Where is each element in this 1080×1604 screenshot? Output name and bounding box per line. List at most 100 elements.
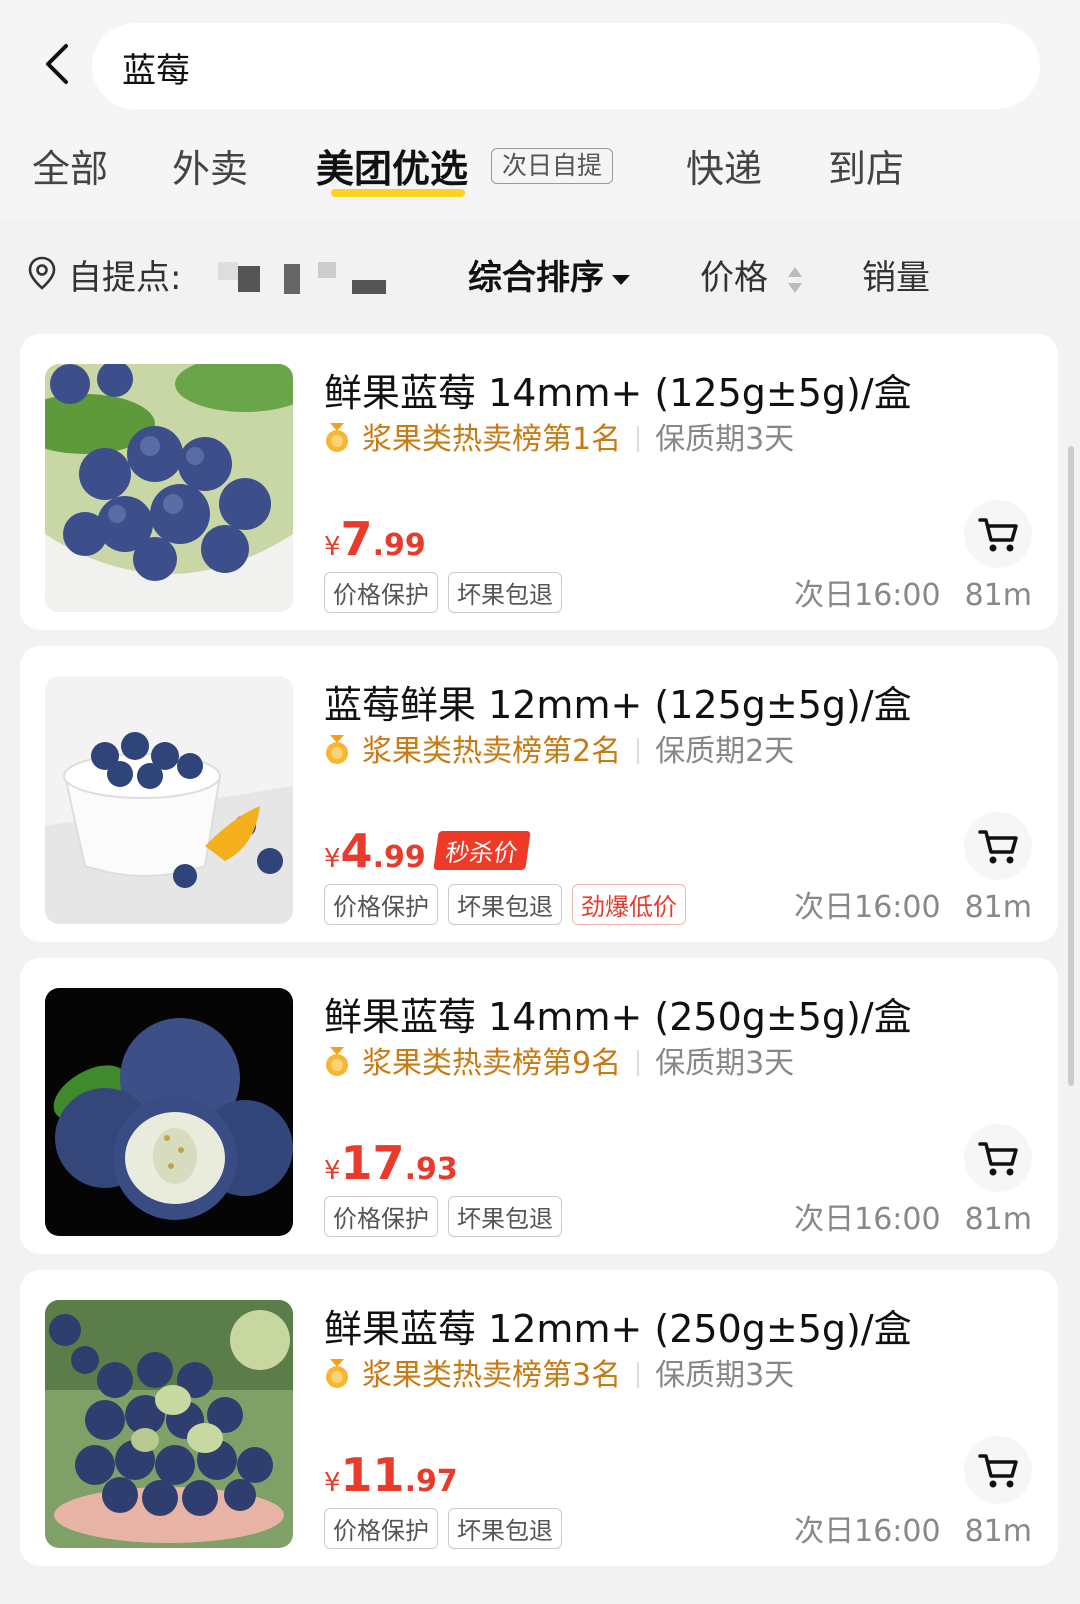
delivery-info: 次日16:00 81m	[794, 1506, 1032, 1550]
pickup-time: 次日16:00	[794, 578, 941, 613]
product-title[interactable]: 鲜果蓝莓 12mm+ (250g±5g)/盒	[324, 1298, 912, 1353]
search-query: 蓝莓	[122, 51, 190, 91]
product-image[interactable]	[45, 364, 293, 612]
delivery-info: 次日16:00 81m	[794, 1194, 1032, 1238]
rank-row: 浆果类热卖榜第9名 保质期3天	[324, 1038, 794, 1082]
rank-row: 浆果类热卖榜第3名 保质期3天	[324, 1350, 794, 1394]
delivery-info: 次日16:00 81m	[794, 882, 1032, 926]
shelf-life: 保质期2天	[655, 734, 795, 769]
rank-row: 浆果类热卖榜第1名 保质期3天	[324, 414, 794, 458]
product-image[interactable]	[45, 676, 293, 924]
shelf-life: 保质期3天	[655, 1358, 795, 1393]
tag-bad-fruit-refund: 坏果包退	[448, 572, 562, 613]
sort-sales[interactable]: 销量	[862, 250, 930, 299]
divider	[637, 738, 640, 764]
price: ¥7.99	[324, 512, 426, 566]
sort-price-label: 价格	[700, 258, 768, 298]
medal-icon	[326, 423, 348, 452]
tag-price-protection: 价格保护	[324, 1196, 438, 1237]
sort-comprehensive[interactable]: 综合排序	[468, 250, 630, 299]
product-title[interactable]: 蓝莓鲜果 12mm+ (125g±5g)/盒	[324, 674, 912, 729]
product-card[interactable]: 蓝莓鲜果 12mm+ (125g±5g)/盒 浆果类热卖榜第2名 保质期2天 ¥4…	[20, 646, 1058, 942]
service-tags: 价格保护 坏果包退	[324, 1508, 572, 1549]
product-card[interactable]: 鲜果蓝莓 14mm+ (125g±5g)/盒 浆果类热卖榜第1名 保质期3天 ¥7…	[20, 334, 1058, 630]
tag-super-low-price: 劲爆低价	[572, 884, 686, 925]
add-to-cart-button[interactable]	[964, 1124, 1032, 1192]
price: ¥17.93	[324, 1136, 458, 1190]
scrollbar[interactable]	[1068, 446, 1074, 1086]
price-integer: 4	[340, 824, 373, 878]
rank-label: 浆果类热卖榜第2名	[362, 734, 622, 769]
rank-row: 浆果类热卖榜第2名 保质期2天	[324, 726, 794, 770]
caret-down-icon	[612, 274, 630, 285]
sort-price[interactable]: 价格	[700, 250, 803, 299]
back-arrow-icon[interactable]	[38, 40, 78, 88]
service-tags: 价格保护 坏果包退	[324, 1196, 572, 1237]
add-to-cart-button[interactable]	[964, 500, 1032, 568]
shelf-life: 保质期3天	[655, 422, 795, 457]
tag-bad-fruit-refund: 坏果包退	[448, 1196, 562, 1237]
service-tags: 价格保护 坏果包退 劲爆低价	[324, 884, 696, 925]
price-decimal: .99	[372, 840, 426, 875]
sort-comprehensive-label: 综合排序	[468, 258, 604, 298]
medal-icon	[326, 735, 348, 764]
product-card[interactable]: 鲜果蓝莓 14mm+ (250g±5g)/盒 浆果类热卖榜第9名 保质期3天 ¥1…	[20, 958, 1058, 1254]
distance: 81m	[964, 1202, 1032, 1237]
tag-bad-fruit-refund: 坏果包退	[448, 884, 562, 925]
tab-in-store[interactable]: 到店	[828, 138, 904, 193]
currency-symbol: ¥	[324, 1468, 341, 1498]
price: ¥11.97	[324, 1448, 458, 1502]
product-image[interactable]	[45, 1300, 293, 1548]
product-card[interactable]: 鲜果蓝莓 12mm+ (250g±5g)/盒 浆果类热卖榜第3名 保质期3天 ¥1…	[20, 1270, 1058, 1566]
distance: 81m	[964, 890, 1032, 925]
medal-icon	[326, 1359, 348, 1388]
flash-sale-badge: 秒杀价	[432, 831, 531, 870]
service-tags: 价格保护 坏果包退	[324, 572, 572, 613]
tag-price-protection: 价格保护	[324, 1508, 438, 1549]
distance: 81m	[964, 578, 1032, 613]
cart-icon	[978, 518, 1018, 552]
add-to-cart-button[interactable]	[964, 1436, 1032, 1504]
medal-icon	[326, 1047, 348, 1076]
price-decimal: .97	[404, 1464, 458, 1499]
sort-updown-icon	[787, 266, 802, 293]
next-day-pickup-badge: 次日自提	[491, 148, 614, 184]
divider	[637, 1362, 640, 1388]
distance: 81m	[964, 1514, 1032, 1549]
cart-icon	[978, 1454, 1018, 1488]
search-input[interactable]: 蓝莓	[92, 23, 1040, 109]
rank-label: 浆果类热卖榜第1名	[362, 422, 622, 457]
pickup-time: 次日16:00	[794, 890, 941, 925]
tag-price-protection: 价格保护	[324, 572, 438, 613]
tab-all[interactable]: 全部	[32, 138, 108, 193]
pickup-point-label: 自提点:	[68, 258, 182, 298]
product-image[interactable]	[45, 988, 293, 1236]
pickup-time: 次日16:00	[794, 1514, 941, 1549]
tab-takeout[interactable]: 外卖	[172, 138, 248, 193]
active-tab-indicator	[331, 189, 465, 197]
tab-youxuan[interactable]: 美团优选	[316, 138, 468, 193]
currency-symbol: ¥	[324, 532, 341, 562]
price-decimal: .93	[404, 1152, 458, 1187]
cart-icon	[978, 830, 1018, 864]
cart-icon	[978, 1142, 1018, 1176]
add-to-cart-button[interactable]	[964, 812, 1032, 880]
top-header: 蓝莓 全部 外卖 美团优选 快递 到店 次日自提	[0, 0, 1080, 218]
tab-express[interactable]: 快递	[686, 138, 762, 193]
filter-bar: 自提点: 综合排序 价格 销量	[0, 218, 1080, 328]
product-title[interactable]: 鲜果蓝莓 14mm+ (125g±5g)/盒	[324, 362, 912, 417]
tag-price-protection: 价格保护	[324, 884, 438, 925]
product-title[interactable]: 鲜果蓝莓 14mm+ (250g±5g)/盒	[324, 986, 912, 1041]
currency-symbol: ¥	[324, 1156, 341, 1186]
location-pin-icon	[28, 256, 56, 290]
divider	[637, 1050, 640, 1076]
shelf-life: 保质期3天	[655, 1046, 795, 1081]
tag-bad-fruit-refund: 坏果包退	[448, 1508, 562, 1549]
price-decimal: .99	[372, 528, 426, 563]
currency-symbol: ¥	[324, 844, 341, 874]
rank-label: 浆果类热卖榜第3名	[362, 1358, 622, 1393]
pickup-time: 次日16:00	[794, 1202, 941, 1237]
divider	[637, 426, 640, 452]
result-area: 自提点: 综合排序 价格 销量 鲜果蓝莓 14mm+ (125g±5g)/盒 浆…	[0, 218, 1080, 1604]
rank-label: 浆果类热卖榜第9名	[362, 1046, 622, 1081]
